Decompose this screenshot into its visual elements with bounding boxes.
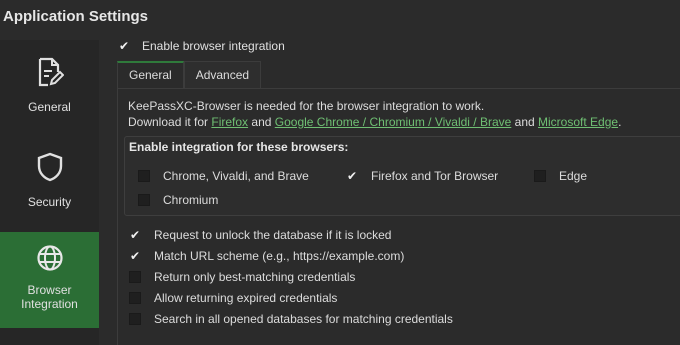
checkbox-box[interactable]: [138, 170, 150, 182]
search-all-databases-checkbox[interactable]: Search in all opened databases for match…: [129, 312, 453, 326]
expired-credentials-label: Allow returning expired credentials: [154, 291, 338, 305]
enable-browser-integration-checkbox[interactable]: ✔ Enable browser integration: [118, 39, 285, 53]
document-edit-icon: [38, 57, 64, 87]
info-text: KeePassXC-Browser is needed for the brow…: [128, 98, 621, 130]
chrome-checkbox[interactable]: Chrome, Vivaldi, and Brave: [138, 169, 309, 183]
sidebar-item-general[interactable]: General: [0, 40, 99, 135]
best-matching-label: Return only best-matching credentials: [154, 270, 356, 284]
sidebar-item-security[interactable]: Security: [0, 137, 99, 232]
checkbox-box[interactable]: [129, 313, 141, 325]
checkmark-icon[interactable]: ✔: [346, 170, 358, 182]
globe-icon: [36, 245, 63, 271]
chromium-label: Chromium: [163, 193, 219, 207]
edge-link[interactable]: Microsoft Edge: [538, 115, 618, 129]
tab-bar: General Advanced: [117, 61, 262, 88]
info-and: and: [511, 115, 539, 129]
unlock-database-checkbox[interactable]: ✔ Request to unlock the database if it i…: [129, 228, 392, 242]
firefox-link[interactable]: Firefox: [211, 115, 248, 129]
expired-credentials-checkbox[interactable]: Allow returning expired credentials: [129, 291, 337, 305]
match-url-scheme-checkbox[interactable]: ✔ Match URL scheme (e.g., https://exampl…: [129, 249, 404, 263]
info-prefix: Download it for: [128, 115, 212, 129]
checkbox-box[interactable]: [129, 271, 141, 283]
checkbox-box[interactable]: [138, 194, 150, 206]
enable-browser-integration-label: Enable browser integration: [142, 39, 285, 53]
info-and: and: [248, 115, 275, 129]
unlock-database-label: Request to unlock the database if it is …: [154, 228, 392, 242]
firefox-checkbox[interactable]: ✔ Firefox and Tor Browser: [346, 169, 498, 183]
search-all-databases-label: Search in all opened databases for match…: [154, 312, 453, 326]
info-line-1: KeePassXC-Browser is needed for the brow…: [128, 99, 485, 113]
chrome-link[interactable]: Google Chrome / Chromium / Vivaldi / Bra…: [275, 115, 512, 129]
edge-label: Edge: [559, 169, 588, 183]
chromium-checkbox[interactable]: Chromium: [138, 193, 218, 207]
checkbox-box[interactable]: [129, 292, 141, 304]
tab-general[interactable]: General: [117, 61, 184, 88]
checkmark-icon[interactable]: ✔: [129, 229, 141, 241]
sidebar: General Security Browser Integration: [0, 40, 99, 345]
checkbox-box[interactable]: [534, 170, 546, 182]
sidebar-item-browser-integration[interactable]: Browser Integration: [0, 232, 99, 328]
sidebar-item-label: General: [28, 100, 71, 114]
match-url-scheme-label: Match URL scheme (e.g., https://example.…: [154, 249, 405, 263]
window-title: Application Settings: [3, 8, 149, 25]
edge-checkbox[interactable]: Edge: [534, 169, 587, 183]
firefox-label: Firefox and Tor Browser: [371, 169, 499, 183]
browsers-group-title: Enable integration for these browsers:: [129, 140, 349, 154]
checkmark-icon[interactable]: ✔: [129, 250, 141, 262]
best-matching-checkbox[interactable]: Return only best-matching credentials: [129, 270, 355, 284]
sidebar-item-label: Security: [27, 195, 72, 209]
sidebar-item-label: Browser Integration: [21, 283, 78, 311]
info-line-2: Download it for Firefox and Google Chrom…: [128, 114, 621, 130]
checkmark-icon[interactable]: ✔: [118, 40, 130, 52]
shield-icon: [37, 152, 62, 182]
chrome-label: Chrome, Vivaldi, and Brave: [163, 169, 309, 183]
info-suffix: .: [618, 115, 622, 129]
tab-advanced[interactable]: Advanced: [183, 61, 262, 88]
